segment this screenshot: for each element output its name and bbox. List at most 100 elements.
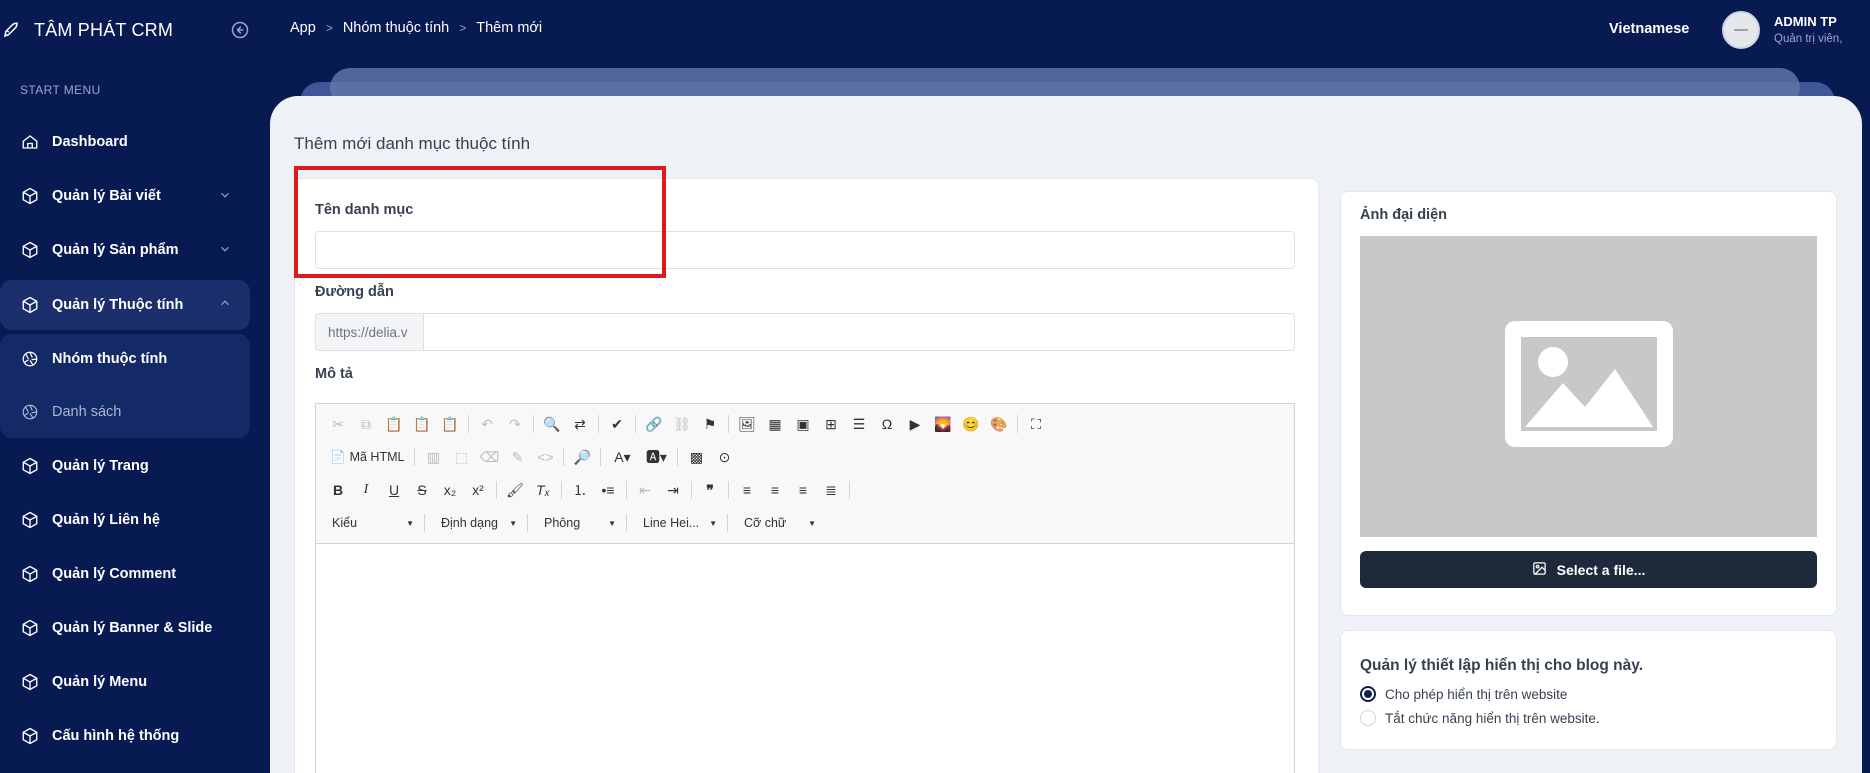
select-all-icon[interactable]: ⬚ bbox=[447, 445, 475, 469]
sidebar-item-dashboard[interactable]: Dashboard bbox=[0, 118, 250, 166]
separator bbox=[727, 514, 728, 532]
maximize-icon[interactable]: ⛶ bbox=[1022, 412, 1050, 436]
code-icon[interactable]: <> bbox=[531, 445, 559, 469]
style-combo[interactable]: Kiểu ▼ bbox=[320, 511, 420, 535]
sidebar-item-menu[interactable]: Quản lý Menu bbox=[0, 658, 250, 706]
indent-icon[interactable]: ⇥ bbox=[659, 478, 687, 502]
user-name[interactable]: ADMIN TP bbox=[1774, 14, 1837, 29]
separator bbox=[849, 481, 850, 499]
align-right-icon[interactable]: ≡ bbox=[789, 478, 817, 502]
format-painter-icon[interactable]: 🖌 bbox=[501, 478, 529, 502]
youtube-icon[interactable]: ▶ bbox=[901, 412, 929, 436]
sidebar-item-settings[interactable]: Cấu hình hệ thống bbox=[0, 712, 250, 760]
copy-icon[interactable]: ⧉ bbox=[352, 412, 380, 436]
avatar[interactable] bbox=[1722, 11, 1760, 49]
paste-icon[interactable]: 📋 bbox=[380, 412, 408, 436]
find-icon[interactable]: 🔍 bbox=[538, 412, 566, 436]
radio-hide-on-website[interactable]: Tắt chức năng hiển thị trên website. bbox=[1360, 710, 1600, 726]
paint-icon[interactable]: 🎨 bbox=[985, 412, 1013, 436]
image-plus-icon[interactable]: 🌄 bbox=[929, 412, 957, 436]
clear-icon[interactable]: ✎ bbox=[503, 445, 531, 469]
sidebar-item-contacts[interactable]: Quản lý Liên hệ bbox=[0, 496, 250, 544]
cube-icon bbox=[20, 240, 40, 260]
replace-icon[interactable]: ⇄ bbox=[566, 412, 594, 436]
subscript-icon[interactable]: x₂ bbox=[436, 478, 464, 502]
select-file-button[interactable]: Select a file... bbox=[1360, 551, 1817, 588]
radio-show-on-website[interactable]: Cho phép hiển thị trên website bbox=[1360, 686, 1567, 702]
font-size-combo[interactable]: Cỡ chữ ▼ bbox=[732, 511, 822, 535]
radio-button-checked[interactable] bbox=[1360, 686, 1376, 702]
sidebar-item-posts[interactable]: Quản lý Bài viết bbox=[0, 172, 250, 220]
cut-icon[interactable]: ✂ bbox=[324, 412, 352, 436]
image-icon[interactable]: 🖼 bbox=[733, 412, 761, 436]
template-icon[interactable]: ▥ bbox=[419, 445, 447, 469]
language-selector[interactable]: Vietnamese bbox=[1609, 21, 1689, 37]
paste-word-icon[interactable]: 📋 bbox=[436, 412, 464, 436]
sidebar-item-comments[interactable]: Quản lý Comment bbox=[0, 550, 250, 598]
combo-label: Định dạng bbox=[441, 516, 498, 530]
font-combo[interactable]: Phông ▼ bbox=[532, 511, 622, 535]
link-icon[interactable]: 🔗 bbox=[640, 412, 668, 436]
radio-button-unchecked[interactable] bbox=[1360, 710, 1376, 726]
bullet-list-icon[interactable]: •≡ bbox=[594, 478, 622, 502]
aperture-icon bbox=[20, 349, 40, 369]
numbered-list-icon[interactable]: ⒈ bbox=[566, 478, 594, 502]
underline-icon[interactable]: U bbox=[380, 478, 408, 502]
clear-format-icon[interactable]: Tₓ bbox=[529, 478, 557, 502]
source-html-button[interactable]: 📄 Mã HTML bbox=[324, 445, 410, 469]
caret-down-icon: ▼ bbox=[608, 518, 616, 528]
italic-icon[interactable]: I bbox=[352, 478, 380, 502]
unlink-icon[interactable]: ⛓ bbox=[668, 412, 696, 436]
separator bbox=[527, 514, 528, 532]
blockquote-icon[interactable]: ❞ bbox=[696, 478, 724, 502]
format-combo[interactable]: Định dạng ▼ bbox=[429, 511, 523, 535]
sidebar-item-label: Cấu hình hệ thống bbox=[52, 728, 180, 744]
page-title: Thêm mới danh mục thuộc tính bbox=[294, 134, 531, 153]
line-height-combo[interactable]: Line Hei... ▼ bbox=[631, 511, 723, 535]
align-left-icon[interactable]: ≡ bbox=[733, 478, 761, 502]
emoji-icon[interactable]: 😊 bbox=[957, 412, 985, 436]
submenu-item-attribute-groups[interactable]: Nhóm thuộc tính bbox=[0, 334, 250, 384]
separator bbox=[533, 415, 534, 433]
breadcrumb-attribute-groups[interactable]: Nhóm thuộc tính bbox=[343, 20, 449, 36]
anchor-flag-icon[interactable]: ⚑ bbox=[696, 412, 724, 436]
cube-icon bbox=[20, 510, 40, 530]
remove-format-icon[interactable]: ⌫ bbox=[475, 445, 503, 469]
spellcheck-icon[interactable]: ✔ bbox=[603, 412, 631, 436]
preview-icon[interactable]: 🔎 bbox=[568, 445, 596, 469]
gallery-icon[interactable]: ▦ bbox=[761, 412, 789, 436]
sidebar-item-pages[interactable]: Quản lý Trang bbox=[0, 442, 250, 490]
brand[interactable]: TÂM PHÁT CRM bbox=[0, 12, 270, 48]
sidebar-item-label: Quản lý Liên hệ bbox=[52, 512, 160, 528]
media-play-icon[interactable]: ⊙ bbox=[710, 445, 738, 469]
sidebar-item-banners[interactable]: Quản lý Banner & Slide bbox=[0, 604, 250, 652]
bg-color-icon[interactable]: 🅰▾ bbox=[639, 445, 673, 469]
outdent-icon[interactable]: ⇤ bbox=[631, 478, 659, 502]
editor-content-area[interactable] bbox=[316, 545, 1294, 773]
redo-icon[interactable]: ↷ bbox=[501, 412, 529, 436]
align-justify-icon[interactable]: ≣ bbox=[817, 478, 845, 502]
table-icon[interactable]: ⊞ bbox=[817, 412, 845, 436]
text-color-icon[interactable]: A▾ bbox=[605, 445, 639, 469]
strikethrough-icon[interactable]: S bbox=[408, 478, 436, 502]
qr-code-icon[interactable]: ▩ bbox=[682, 445, 710, 469]
bold-icon[interactable]: B bbox=[324, 478, 352, 502]
slug-input[interactable] bbox=[423, 313, 1295, 351]
caret-down-icon: ▼ bbox=[808, 518, 816, 528]
sidebar: TÂM PHÁT CRM START MENU Dashboard Quản l… bbox=[0, 0, 270, 773]
submenu-item-list[interactable]: Danh sách bbox=[0, 387, 250, 437]
slug-label: Đường dẫn bbox=[315, 284, 394, 300]
undo-icon[interactable]: ↶ bbox=[473, 412, 501, 436]
sidebar-item-attributes[interactable]: Quản lý Thuộc tính bbox=[0, 280, 250, 330]
paste-text-icon[interactable]: 📋 bbox=[408, 412, 436, 436]
image-placeholder[interactable] bbox=[1360, 236, 1817, 537]
collapse-sidebar-icon[interactable] bbox=[230, 20, 250, 40]
superscript-icon[interactable]: x² bbox=[464, 478, 492, 502]
align-center-icon[interactable]: ≡ bbox=[761, 478, 789, 502]
breadcrumb-app[interactable]: App bbox=[290, 20, 316, 36]
separator bbox=[728, 481, 729, 499]
sidebar-item-products[interactable]: Quản lý Sản phẩm bbox=[0, 226, 250, 274]
embed-icon[interactable]: ▣ bbox=[789, 412, 817, 436]
special-char-icon[interactable]: Ω bbox=[873, 412, 901, 436]
horizontal-line-icon[interactable]: ☰ bbox=[845, 412, 873, 436]
